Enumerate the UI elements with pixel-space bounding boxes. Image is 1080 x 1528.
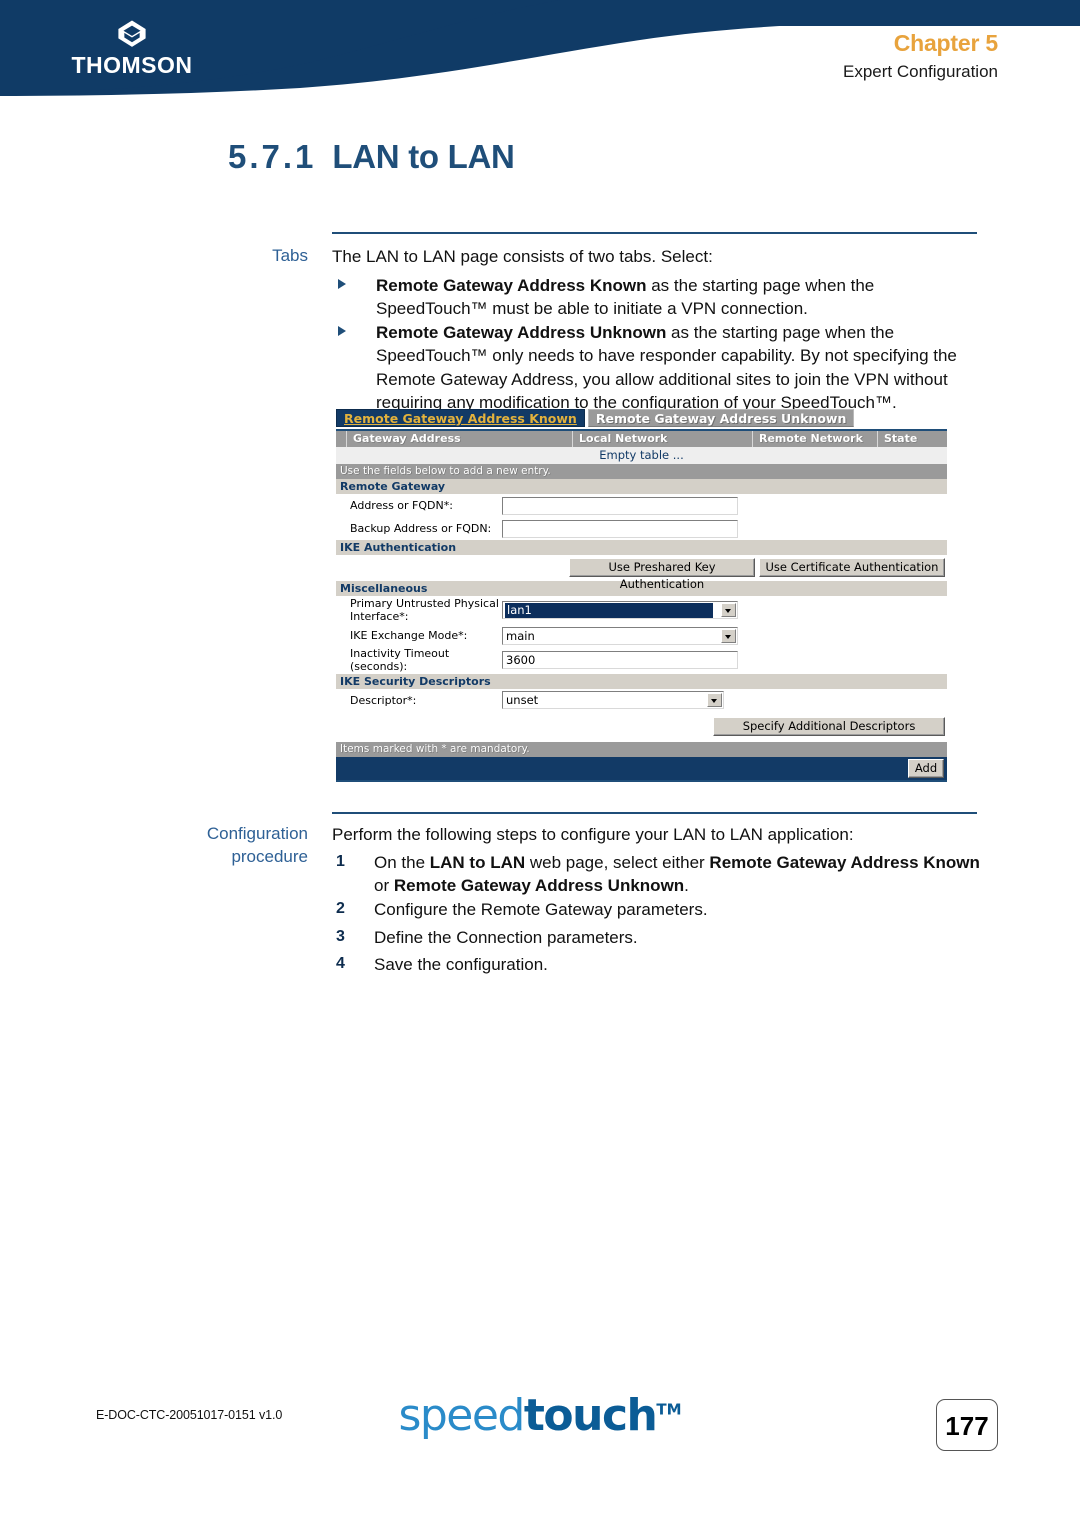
step1-part2: web page, select either	[525, 853, 710, 872]
descriptor-button-row: Specify Additional Descriptors	[336, 711, 947, 742]
field-row-ike-exchange-mode: IKE Exchange Mode*: main	[336, 624, 947, 647]
select-value-primary-untrusted-physical-interface: lan1	[504, 602, 714, 618]
chevron-down-icon[interactable]	[707, 693, 722, 708]
step4-text: Save the configuration.	[374, 955, 548, 974]
section-header-ike-security-descriptors: IKE Security Descriptors	[336, 673, 947, 689]
table-header-spacer	[336, 431, 346, 447]
rule-top	[332, 232, 977, 234]
vpn-table-empty-row: Empty table ...	[336, 447, 947, 464]
logo-touch: touch	[523, 1390, 658, 1441]
speedtouch-logo: speedtouchTM	[0, 1390, 1080, 1441]
label-descriptor: Descriptor*:	[350, 693, 417, 707]
tabs-intro: The LAN to LAN page consists of two tabs…	[332, 247, 713, 266]
step-number-2: 2	[336, 900, 345, 917]
step1-part6: .	[684, 876, 689, 896]
logo-trademark: TM	[656, 1400, 682, 1419]
step-number-1: 1	[336, 853, 345, 870]
select-value-descriptor: unset	[506, 693, 539, 708]
action-bar: Add	[336, 756, 947, 782]
router-web-ui-screenshot: Remote Gateway Address Known Remote Gatew…	[336, 409, 947, 782]
column-state: State	[877, 431, 947, 447]
column-local-network: Local Network	[572, 431, 752, 447]
step1-part5: Remote Gateway Address Unknown	[393, 876, 685, 896]
chapter-label: Chapter 5	[893, 30, 998, 56]
margin-label-tabs: Tabs	[272, 246, 308, 265]
label-primary-untrusted-physical-interface: Primary Untrusted Physical Interface*:	[350, 596, 499, 623]
field-row-backup-address-or-fqdn: Backup Address or FQDN:	[336, 517, 947, 540]
select-descriptor[interactable]: unset	[502, 691, 724, 710]
step-number-4: 4	[336, 955, 345, 972]
use-preshared-key-authentication-button[interactable]: Use Preshared Key Authentication	[569, 558, 755, 591]
label-inactivity-timeout: Inactivity Timeout (seconds):	[350, 647, 450, 674]
page-title: 5.7.1 LAN to LAN	[228, 138, 515, 176]
field-row-primary-untrusted-physical-interface: Primary Untrusted Physical Interface*: l…	[336, 596, 947, 624]
mandatory-note: Items marked with * are mandatory.	[336, 741, 947, 757]
step1-part3: Remote Gateway Address Known	[709, 853, 980, 872]
bullet-arrow-icon	[338, 279, 346, 289]
step-number-3: 3	[336, 928, 345, 945]
procedure-step-1: 1 On the LAN to LAN web page, select eit…	[336, 851, 982, 898]
label-backup-address-or-fqdn: Backup Address or FQDN:	[350, 521, 492, 535]
chevron-down-icon[interactable]	[721, 603, 736, 617]
step1-part0: On the	[374, 853, 430, 872]
page-number-badge: 177	[936, 1399, 998, 1451]
field-row-address-or-fqdn: Address or FQDN*:	[336, 494, 947, 517]
procedure-step-4: 4 Save the configuration.	[336, 953, 982, 976]
add-button[interactable]: Add	[908, 758, 944, 778]
screenshot-tabstrip: Remote Gateway Address Known Remote Gatew…	[336, 409, 947, 429]
label-address-or-fqdn: Address or FQDN*:	[350, 498, 453, 512]
section-header-remote-gateway: Remote Gateway	[336, 479, 947, 494]
bullet-item-known: Remote Gateway Address Known as the star…	[338, 274, 978, 321]
select-primary-untrusted-physical-interface[interactable]: lan1	[502, 601, 738, 619]
margin-label-line-2: procedure	[231, 846, 308, 866]
step1-part4: or	[374, 876, 394, 896]
procedure-intro: Perform the following steps to configure…	[332, 825, 854, 844]
field-row-descriptor: Descriptor*: unset	[336, 688, 947, 712]
bullet-known-bold: Remote Gateway Address Known	[376, 276, 647, 295]
bullet-arrow-icon	[338, 326, 346, 336]
logo-speed: speed	[398, 1390, 525, 1441]
step3-text: Define the Connection parameters.	[374, 928, 638, 947]
label-ike-exchange-mode: IKE Exchange Mode*:	[350, 628, 468, 642]
chapter-subtitle: Expert Configuration	[843, 62, 998, 81]
select-ike-exchange-mode[interactable]: main	[502, 626, 738, 645]
margin-label-configuration-procedure: Configuration procedure	[150, 823, 308, 869]
section-header-ike-authentication: IKE Authentication	[336, 540, 947, 555]
rule-procedure	[332, 812, 977, 814]
specify-additional-descriptors-button[interactable]: Specify Additional Descriptors	[713, 716, 945, 736]
brand-name: THOMSON	[71, 52, 193, 78]
chevron-down-icon[interactable]	[721, 628, 736, 643]
step2-text: Configure the Remote Gateway parameters.	[374, 900, 708, 919]
tab-remote-gateway-address-unknown[interactable]: Remote Gateway Address Unknown	[587, 409, 855, 427]
step1-part1: LAN to LAN	[429, 853, 526, 872]
margin-label-line-1: Configuration	[206, 824, 308, 843]
add-entry-hint: Use the fields below to add a new entry.	[336, 464, 947, 479]
ike-auth-button-row: Use Preshared Key Authentication Use Cer…	[336, 555, 947, 591]
tab-remote-gateway-address-known[interactable]: Remote Gateway Address Known	[336, 409, 585, 427]
procedure-step-3: 3 Define the Connection parameters.	[336, 926, 982, 949]
input-inactivity-timeout[interactable]: 3600	[502, 651, 738, 670]
column-remote-network: Remote Network	[752, 431, 877, 447]
field-row-inactivity-timeout: Inactivity Timeout (seconds): 3600	[336, 647, 947, 674]
thomson-diamond-logo-icon	[118, 20, 146, 47]
section-heading: LAN to LAN	[332, 138, 515, 175]
input-backup-address-or-fqdn[interactable]	[502, 519, 738, 538]
use-certificate-authentication-button[interactable]: Use Certificate Authentication	[759, 558, 945, 577]
brand-block: THOMSON	[52, 18, 212, 77]
section-number: 5.7.1	[228, 138, 317, 175]
input-address-or-fqdn[interactable]	[502, 496, 738, 515]
vpn-table-header: Gateway Address Local Network Remote Net…	[336, 431, 947, 447]
procedure-step-2: 2 Configure the Remote Gateway parameter…	[336, 898, 982, 921]
bullet-item-unknown: Remote Gateway Address Unknown as the st…	[338, 321, 982, 415]
select-value-ike-exchange-mode: main	[506, 628, 535, 643]
column-gateway-address: Gateway Address	[346, 431, 572, 447]
bullet-unknown-bold: Remote Gateway Address Unknown	[376, 323, 667, 342]
